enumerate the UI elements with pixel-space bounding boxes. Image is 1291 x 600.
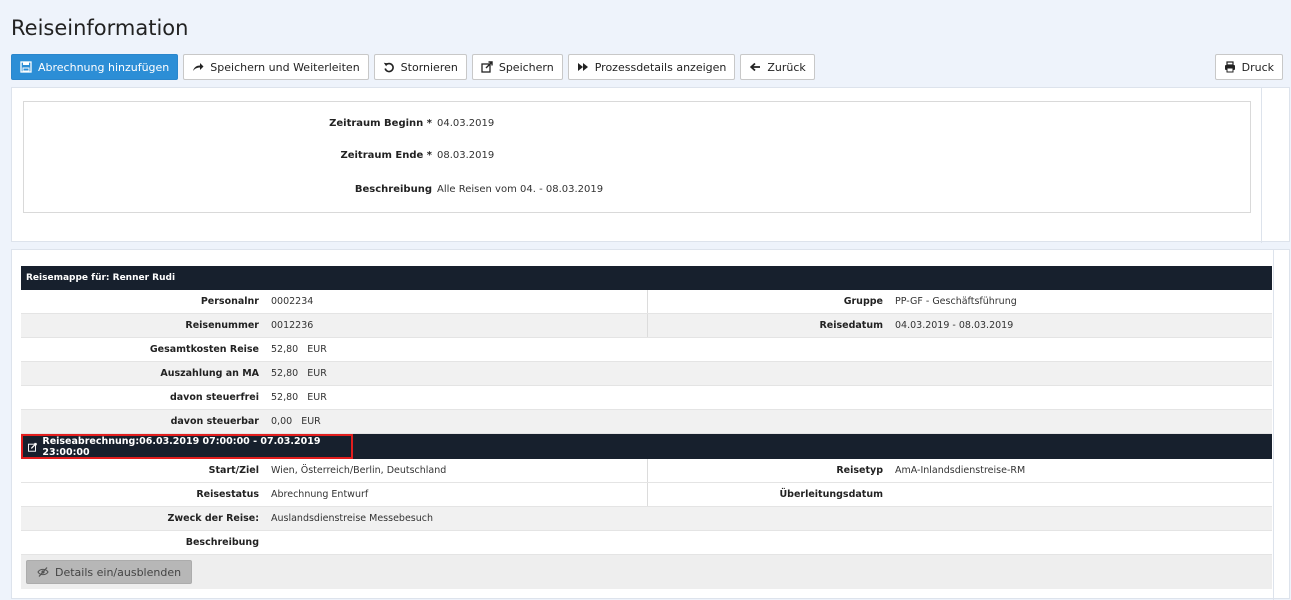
fast-forward-icon (577, 63, 588, 71)
zweck-value: Auslandsdienstreise Messebesuch (271, 513, 434, 524)
reisedatum-value: 04.03.2019 - 08.03.2019 (895, 320, 1014, 331)
edit-icon (28, 442, 38, 452)
personalnr-label: Personalnr (200, 296, 259, 307)
external-edit-icon (481, 61, 493, 73)
travel-folder-table: Reisemappe für: Renner Rudi Personalnr 0… (21, 266, 1272, 589)
travel-folder-panel: Reisemappe für: Renner Rudi Personalnr 0… (11, 249, 1290, 600)
table-row: Zweck der Reise: Auslandsdienstreise Mes… (21, 507, 1272, 531)
trip-info-form: Zeitraum Beginn * 04.03.2019 Zeitraum En… (23, 101, 1251, 213)
reisestatus-value: Abrechnung Entwurf (271, 489, 369, 500)
steuerbar-value: 0,00 EUR (271, 416, 321, 427)
table-row: Reisestatus Abrechnung Entwurf Überleitu… (21, 483, 1272, 507)
steuerfrei-value: 52,80 EUR (271, 392, 327, 403)
arrow-left-icon (750, 62, 761, 72)
process-details-label: Prozessdetails anzeigen (594, 60, 727, 74)
period-start-row: Zeitraum Beginn * 04.03.2019 (24, 118, 1250, 134)
description-label: Beschreibung (354, 184, 432, 195)
table-row: Beschreibung (21, 531, 1272, 555)
toggle-details-label: Details ein/ausblenden (55, 565, 182, 579)
toggle-details-button[interactable]: Details ein/ausblenden (26, 560, 193, 584)
add-billing-label: Abrechnung hinzufügen (38, 60, 170, 74)
period-start-value[interactable]: 04.03.2019 (437, 118, 494, 129)
process-details-button[interactable]: Prozessdetails anzeigen (567, 54, 736, 80)
description-row: Beschreibung Alle Reisen vom 04. - 08.03… (24, 184, 1250, 200)
period-end-value[interactable]: 08.03.2019 (437, 150, 494, 161)
reisetyp-value: AmA-Inlandsdienstreise-RM (895, 465, 1026, 476)
gruppe-label: Gruppe (843, 296, 883, 307)
undo-icon (383, 62, 394, 73)
billing-header-bar: Reiseabrechnung:06.03.2019 07:00:00 - 07… (21, 434, 1272, 459)
table-row: Start/Ziel Wien, Österreich/Berlin, Deut… (21, 459, 1272, 483)
page: Reiseinformation Abrechnung hinzufügen S… (0, 0, 1291, 600)
gesamtkosten-label: Gesamtkosten Reise (149, 344, 259, 355)
start-ziel-label: Start/Ziel (208, 465, 259, 476)
table-row: davon steuerfrei 52,80 EUR (21, 386, 1272, 410)
steuerbar-label: davon steuerbar (170, 416, 259, 427)
save-label: Speichern (498, 60, 554, 74)
description-value[interactable]: Alle Reisen vom 04. - 08.03.2019 (437, 184, 603, 195)
billing-header-label: Reiseabrechnung:06.03.2019 07:00:00 - 07… (42, 435, 321, 458)
zweck-label: Zweck der Reise: (167, 513, 259, 524)
save-forward-button[interactable]: Speichern und Weiterleiten (183, 54, 369, 80)
table-row: Gesamtkosten Reise 52,80 EUR (21, 338, 1272, 362)
toolbar: Abrechnung hinzufügen Speichern und Weit… (11, 54, 815, 80)
period-start-label: Zeitraum Beginn * (329, 118, 432, 129)
share-arrow-icon (193, 63, 204, 71)
add-billing-button[interactable]: Abrechnung hinzufügen (11, 54, 179, 80)
details-footer: Details ein/ausblenden (21, 555, 1272, 589)
personalnr-value: 0002234 (271, 296, 314, 307)
trip-info-panel: Zeitraum Beginn * 04.03.2019 Zeitraum En… (11, 87, 1290, 243)
page-title: Reiseinformation (11, 16, 189, 40)
reisenummer-value: 0012236 (271, 320, 314, 331)
eye-slash-icon (37, 567, 49, 577)
table-row: Reisenummer 0012236 Reisedatum 04.03.201… (21, 314, 1272, 338)
print-label: Druck (1241, 60, 1274, 74)
reisetyp-label: Reisetyp (836, 465, 883, 476)
print-button[interactable]: Druck (1214, 54, 1283, 80)
reisenummer-label: Reisenummer (185, 320, 259, 331)
travel-folder-header: Reisemappe für: Renner Rudi (21, 266, 1272, 290)
cancel-label: Stornieren (400, 60, 458, 74)
gesamtkosten-value: 52,80 EUR (271, 344, 327, 355)
ueberleitung-label: Überleitungsdatum (779, 489, 883, 500)
back-label: Zurück (767, 60, 806, 74)
table-row: Personalnr 0002234 Gruppe PP-GF - Geschä… (21, 290, 1272, 314)
beschreibung-label: Beschreibung (185, 537, 259, 548)
table-row: Auszahlung an MA 52,80 EUR (21, 362, 1272, 386)
reisedatum-label: Reisedatum (819, 320, 883, 331)
auszahlung-label: Auszahlung an MA (160, 368, 259, 379)
save-button[interactable]: Speichern (471, 54, 563, 80)
steuerfrei-label: davon steuerfrei (169, 392, 259, 403)
start-ziel-value: Wien, Österreich/Berlin, Deutschland (271, 465, 447, 476)
printer-icon (1224, 61, 1235, 73)
billing-header-link[interactable]: Reiseabrechnung:06.03.2019 07:00:00 - 07… (21, 434, 353, 459)
panel-divider (1261, 88, 1262, 243)
reisestatus-label: Reisestatus (196, 489, 259, 500)
panel-divider (1273, 250, 1274, 600)
period-end-label: Zeitraum Ende * (340, 150, 432, 161)
cancel-button[interactable]: Stornieren (373, 54, 467, 80)
save-icon (20, 61, 32, 73)
back-button[interactable]: Zurück (740, 54, 815, 80)
table-row: davon steuerbar 0,00 EUR (21, 410, 1272, 434)
auszahlung-value: 52,80 EUR (271, 368, 327, 379)
period-end-row: Zeitraum Ende * 08.03.2019 (24, 150, 1250, 166)
gruppe-value: PP-GF - Geschäftsführung (895, 296, 1017, 307)
save-forward-label: Speichern und Weiterleiten (210, 60, 360, 74)
